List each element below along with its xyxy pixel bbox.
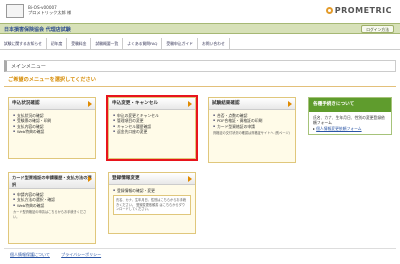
card-payment-card[interactable]: カード型資格証の申請履歴・支払方法の選択 申請内容の確認 支払方法の選択・確認 … [8,172,96,244]
nav-item-guide[interactable]: 受験申込ガイド [162,38,198,50]
footer-links: 個人情報保護について プライバシーポリシー [10,252,111,258]
registration-list: 登録情報の確認・変更 [113,188,191,194]
org-name: 日本損害保険協会 代理店試験 [4,27,71,33]
list-item[interactable]: 返金先口座の変更 [113,129,191,135]
personal-info-change-link[interactable]: 個人情報変更依頼フォーム [316,126,361,131]
change-cancel-card[interactable]: 申込変更・キャンセル 申込の変更とキャンセル 管理項目の変更 キャンセル履歴確認… [106,95,198,161]
top-header: Bi-OS-v00007 プロメトリック太郎 様 PROMETRIC [0,0,400,22]
results-card[interactable]: 試験結果確認 合否・点数の確認 PDF合格証・資格証の印刷 カード型資格証の申請… [208,97,296,163]
prometric-mark-icon [325,7,333,14]
footer-link-privacy-policy[interactable]: プライバシーポリシー [61,252,101,257]
procedures-card-header: 各種手続きについて [309,98,391,112]
user-name: プロメトリック太郎 様 [28,10,72,15]
list-item[interactable]: カード型資格証の申請 [213,124,291,130]
results-card-header[interactable]: 試験結果確認 [209,98,295,110]
footer-link-privacy-protection[interactable]: 個人情報保護について [10,252,50,257]
main-menu-title: メインメニュー [11,64,46,70]
results-card-list: 合否・点数の確認 PDF合格証・資格証の印刷 カード型資格証の申請 [213,113,291,130]
arrow-right-icon [88,176,92,182]
list-item[interactable]: Web特典の確認 [13,129,91,135]
menu-instruction: ご希望のメニューを選択してください [8,77,96,83]
arrow-right-icon [188,176,192,182]
org-logo [6,4,24,18]
card-payment-card-header[interactable]: カード型資格証の申請履歴・支払方法の選択 [9,173,95,189]
arrow-right-icon [188,101,192,107]
change-cancel-card-header[interactable]: 申込変更・キャンセル [109,98,195,110]
user-info: Bi-OS-v00007 プロメトリック太郎 様 [28,5,71,15]
registration-card-header[interactable]: 登録情報変更 [109,173,195,185]
list-item[interactable]: 登録情報の確認・変更 [113,188,191,194]
procedures-description: 氏名、カナ、生年月日、性別の変更登録依頼フォーム [313,115,385,126]
card-payment-list: 申請内容の確認 支払方法の選択・確認 Web特典の確認 [13,192,91,209]
nav-bar: 試験に関するお知らせ 初年度 受験料金 試験概要一覧 よくある質問FAQ 受験申込ガイドお… [0,38,400,50]
procedures-card: 各種手続きについて 氏名、カナ、生年月日、性別の変更登録依頼フォーム ▸ 個人情… [308,97,392,136]
nav-item-firstyear[interactable]: 初年度 [47,38,68,50]
nav-item-contact[interactable]: お問い合わせ [198,38,230,50]
login-help-button[interactable]: ログイン方法 [361,25,394,33]
change-card-list: 申込の変更とキャンセル 管理項目の変更 キャンセル履歴確認 返金先口座の変更 [109,110,195,138]
status-card-header[interactable]: 申込状況確認 [9,98,95,110]
list-item[interactable]: Web特典の確認 [13,203,91,209]
main-menu-header: メインメニュー [4,60,396,72]
footer-divider [4,248,396,249]
arrow-right-icon [88,101,92,107]
card-payment-note: カード型資格証の申請はこちらからお手続きください。 [13,210,87,219]
arrow-right-icon [288,101,292,107]
nav-item-news[interactable]: 試験に関するお知らせ [0,38,47,50]
registration-note: 氏名、カナ、生年月日、性別はこちらからお手続きください。 登録変更依頼書 はこち… [113,195,191,215]
divider [4,86,396,87]
nav-item-faq[interactable]: よくある質問FAQ [123,38,163,50]
registration-card[interactable]: 登録情報変更 登録情報の確認・変更 氏名、カナ、生年月日、性別はこちらからお手続… [108,172,196,234]
org-bar: 日本損害保険協会 代理店試験 ログイン方法 [0,23,400,34]
status-card[interactable]: 申込状況確認 支払状況の確認 受験票の確認・印刷 支払内容の確認 Web特典の確… [8,97,96,159]
results-note: 資格証の交付状況の確認は資格証サイトへ (別ページ) [213,131,290,136]
prometric-logo: PROMETRIC [325,6,392,15]
nav-item-fee[interactable]: 受験料金 [67,38,92,50]
nav-item-overview[interactable]: 試験概要一覧 [91,38,124,50]
status-card-list: 支払状況の確認 受験票の確認・印刷 支払内容の確認 Web特典の確認 [9,110,95,138]
